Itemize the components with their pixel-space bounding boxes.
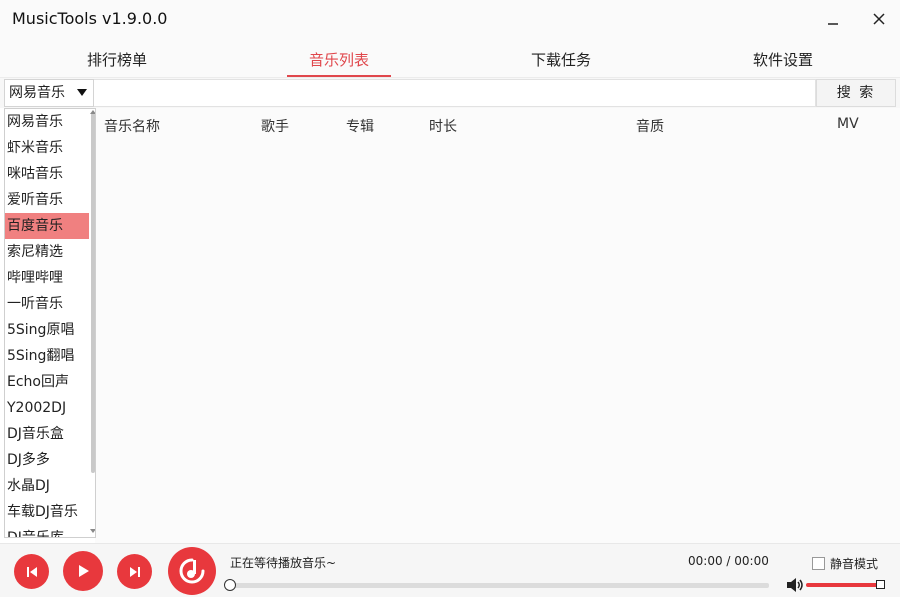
source-option[interactable]: 百度音乐 (5, 213, 89, 239)
mute-label: 静音模式 (830, 557, 879, 571)
tab-rankings[interactable]: 排行榜单 (76, 38, 158, 76)
source-select[interactable]: 网易音乐 (4, 79, 94, 107)
volume-icon[interactable] (786, 577, 804, 593)
window-title: MusicTools v1.9.0.0 (12, 9, 168, 28)
playback-status: 正在等待播放音乐~ (230, 556, 337, 570)
source-select-value: 网易音乐 (9, 85, 65, 101)
volume-handle[interactable] (876, 580, 885, 589)
play-button[interactable] (63, 551, 103, 591)
scroll-down-icon[interactable] (90, 529, 95, 533)
source-option[interactable]: 水晶DJ (5, 473, 89, 499)
search-button[interactable]: 搜 索 (816, 79, 896, 107)
source-option[interactable]: 5Sing翻唱 (5, 343, 89, 369)
play-icon (79, 565, 89, 577)
playback-time: 00:00 / 00:00 (688, 554, 769, 568)
source-option[interactable]: 虾米音乐 (5, 135, 89, 161)
column-header-mv[interactable]: MV (837, 116, 859, 132)
column-header-artist[interactable]: 歌手 (261, 116, 289, 136)
next-button[interactable] (117, 554, 152, 589)
skip-previous-icon (26, 566, 37, 577)
chevron-down-icon (77, 89, 87, 96)
tab-downloads[interactable]: 下载任务 (520, 38, 602, 76)
source-option[interactable]: 爱听音乐 (5, 187, 89, 213)
tab-settings[interactable]: 软件设置 (742, 38, 824, 76)
source-option[interactable]: 一听音乐 (5, 291, 89, 317)
dropdown-scrollbar-thumb[interactable] (91, 113, 95, 473)
minimize-icon (828, 23, 838, 25)
scroll-up-icon[interactable] (90, 110, 95, 114)
music-note-icon (179, 558, 205, 584)
skip-next-icon (129, 566, 140, 577)
column-header-duration[interactable]: 时长 (429, 116, 457, 136)
source-option[interactable]: 哔哩哔哩 (5, 265, 89, 291)
column-header-title[interactable]: 音乐名称 (104, 116, 160, 136)
source-option[interactable]: 5Sing原唱 (5, 317, 89, 343)
column-header-quality[interactable]: 音质 (636, 116, 664, 136)
column-header-album[interactable]: 专辑 (346, 116, 374, 136)
source-option[interactable]: 网易音乐 (5, 109, 89, 135)
source-option[interactable]: DJ音乐盒 (5, 421, 89, 447)
mute-checkbox[interactable] (812, 557, 825, 570)
source-option[interactable]: Y2002DJ (5, 395, 89, 421)
active-tab-indicator (287, 75, 391, 77)
close-icon (873, 13, 885, 25)
previous-button[interactable] (14, 554, 49, 589)
tab-music-list[interactable]: 音乐列表 (298, 38, 380, 76)
music-table (95, 108, 900, 543)
source-option[interactable]: 索尼精选 (5, 239, 89, 265)
minimize-button[interactable] (822, 8, 844, 30)
progress-handle[interactable] (224, 579, 236, 591)
album-cover[interactable] (168, 547, 216, 595)
source-option[interactable]: 咪咕音乐 (5, 161, 89, 187)
search-input[interactable] (94, 79, 816, 107)
source-option[interactable]: DJ多多 (5, 447, 89, 473)
close-button[interactable] (868, 8, 890, 30)
source-option[interactable]: 车载DJ音乐 (5, 499, 89, 525)
source-dropdown-list[interactable]: DJ音乐库 车载DJ音乐 水晶DJ DJ多多 DJ音乐盒 Y2002DJ Echo回声 5Si… (4, 108, 96, 538)
source-option[interactable]: DJ音乐库 (5, 525, 89, 537)
source-option[interactable]: Echo回声 (5, 369, 89, 395)
volume-slider[interactable] (806, 583, 880, 587)
progress-bar[interactable] (229, 583, 769, 588)
